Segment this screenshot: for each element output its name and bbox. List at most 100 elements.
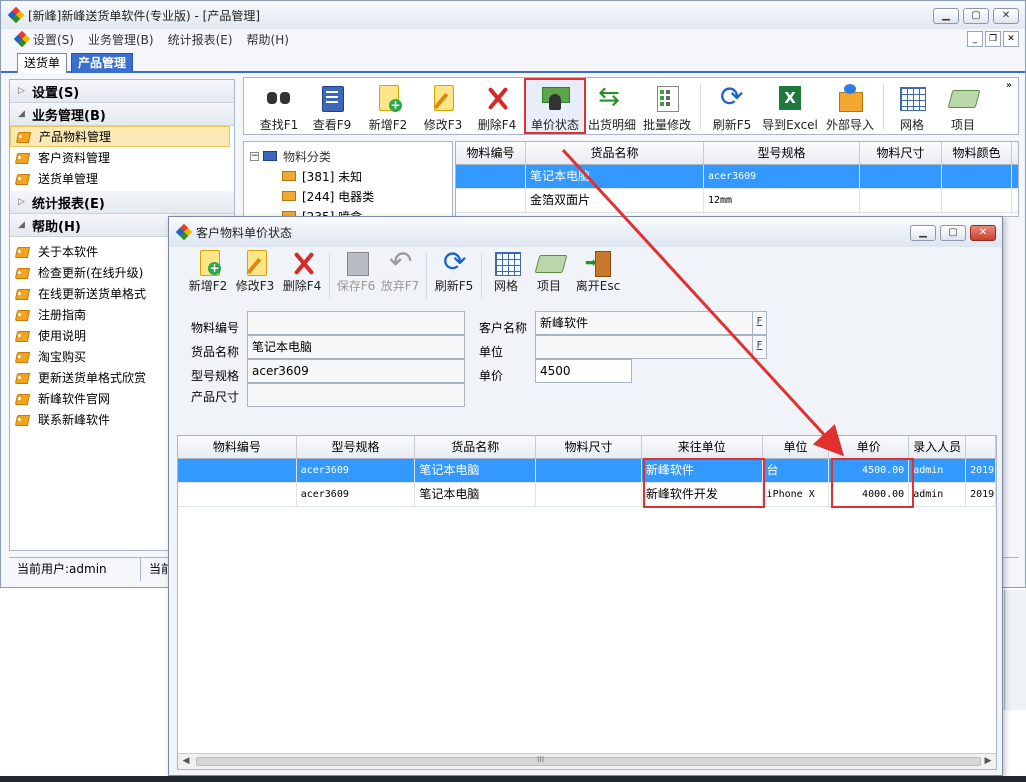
sidebar-item-customer[interactable]: 客户资料管理 [10, 147, 234, 168]
toolbar-separator [426, 253, 427, 299]
button-label: 保存F6 [336, 279, 376, 293]
dlg-exit-button[interactable]: 离开Esc [572, 247, 624, 295]
maximize-button[interactable]: ▢ [963, 8, 989, 24]
button-label: 项目 [950, 118, 975, 132]
sidebar-item-delivery[interactable]: 送货单管理 [10, 168, 234, 189]
expand-arrow-icon: ▷ [18, 86, 25, 96]
dlg-refresh-button[interactable]: 刷新F5 [431, 245, 477, 295]
shipment-detail-button[interactable]: 出货明细 [586, 78, 638, 134]
model-field[interactable]: acer3609 [247, 359, 465, 383]
col-header[interactable]: 单价 [829, 436, 910, 458]
edit-button[interactable]: 修改F3 [416, 78, 470, 134]
button-label: 项目 [536, 279, 561, 293]
dialog-minimize-button[interactable]: ▁ [910, 225, 936, 241]
col-header[interactable]: 物料颜色 [942, 142, 1012, 164]
batch-edit-button[interactable]: 批量修改 [638, 78, 696, 134]
tab-delivery-note[interactable]: 送货单 [17, 53, 68, 73]
mdi-minimize-button[interactable]: _ [967, 31, 983, 47]
sidebar-group-settings[interactable]: ▷ 设置(S) [10, 80, 234, 103]
table-row[interactable]: acer3609 笔记本电脑 新峰软件开发 iPhone X 4000.00 a… [178, 483, 996, 507]
customer-field[interactable]: 新峰软件 [535, 311, 767, 335]
main-titlebar[interactable]: [新峰]新峰送货单软件(专业版) - [产品管理] ▁ ▢ ✕ [1, 1, 1025, 29]
table-row[interactable]: 笔记本电脑 acer3609 [456, 165, 1018, 189]
dlg-discard-button[interactable]: 放弃F7 [378, 245, 422, 295]
delete-button[interactable]: 删除F4 [470, 78, 524, 134]
scroll-thumb[interactable]: III [196, 755, 981, 766]
grid-button[interactable]: 网格 [888, 78, 936, 134]
tab-product-management[interactable]: 产品管理 [71, 53, 134, 73]
customer-lookup-button[interactable]: F [752, 312, 766, 334]
cell [860, 189, 942, 212]
product-size-field[interactable] [247, 383, 465, 407]
tag-icon [14, 152, 30, 164]
cell: 新峰软件开发 [642, 483, 763, 506]
cell: 2019 [966, 483, 996, 506]
col-header[interactable]: 型号规格 [704, 142, 860, 164]
dlg-grid-button[interactable]: 网格 [486, 247, 526, 295]
table-row[interactable]: 金箔双面片 12mm [456, 189, 1018, 213]
unit-lookup-button[interactable]: F [752, 336, 766, 358]
dlg-delete-button[interactable]: 删除F4 [279, 247, 325, 295]
sidebar-item-product-material[interactable]: 产品物料管理 [10, 126, 230, 147]
sidebar-group-reports[interactable]: ▷ 统计报表(E) [10, 191, 234, 214]
col-header[interactable]: 货品名称 [526, 142, 704, 164]
tree-node[interactable]: [244] 电器类 [250, 186, 452, 206]
grid-header: 物料编号 货品名称 型号规格 物料尺寸 物料颜色 [456, 142, 1018, 165]
close-button[interactable]: ✕ [993, 8, 1019, 24]
col-header[interactable]: 物料编号 [178, 436, 297, 458]
mdi-close-button[interactable]: ✕ [1003, 31, 1019, 47]
edit-document-icon [429, 84, 457, 112]
minimize-button[interactable]: ▁ [933, 8, 959, 24]
menu-settings[interactable]: 设置(S) [33, 31, 74, 48]
dlg-edit-button[interactable]: 修改F3 [231, 247, 279, 295]
col-header[interactable] [966, 436, 996, 458]
dialog-close-button[interactable]: ✕ [970, 225, 996, 241]
toolbar-overflow-icon[interactable]: » [1006, 80, 1012, 91]
cell: 笔记本电脑 [415, 483, 537, 506]
dlg-project-button[interactable]: 项目 [526, 247, 572, 295]
col-header[interactable]: 型号规格 [297, 436, 416, 458]
col-header[interactable]: 录入人员 [909, 436, 967, 458]
scroll-left-icon[interactable]: ◀ [178, 754, 194, 769]
col-header[interactable]: 物料尺寸 [536, 436, 642, 458]
view-sheet-icon [318, 84, 346, 112]
refresh-button[interactable]: 刷新F5 [705, 78, 759, 134]
find-button[interactable]: 查找F1 [254, 78, 304, 134]
product-name-field[interactable]: 笔记本电脑 [247, 335, 465, 359]
dialog-titlebar[interactable]: 客户物料单价状态 ▁ ▢ ✕ [169, 217, 1002, 247]
add-button[interactable]: 新增F2 [360, 78, 416, 134]
label-unit: 单位 [479, 345, 504, 359]
sidebar-group-label: 帮助(H) [32, 219, 81, 235]
price-field[interactable]: 4500 [535, 359, 632, 383]
unit-price-status-button[interactable]: 单价状态 [524, 78, 586, 134]
unit-field[interactable] [535, 335, 767, 359]
dlg-add-button[interactable]: 新增F2 [185, 247, 231, 295]
col-header[interactable]: 物料编号 [456, 142, 526, 164]
col-header[interactable]: 货品名称 [415, 436, 537, 458]
external-import-button[interactable]: 外部导入 [821, 78, 879, 134]
tree-root[interactable]: − 物料分类 [250, 146, 452, 166]
mdi-restore-button[interactable]: ❐ [985, 31, 1001, 47]
col-header[interactable]: 来往单位 [642, 436, 763, 458]
menu-reports[interactable]: 统计报表(E) [168, 31, 233, 48]
sidebar-group-business[interactable]: ◢ 业务管理(B) [10, 103, 234, 126]
tree-node-label: [381] 未知 [302, 169, 363, 184]
material-no-field[interactable] [247, 311, 465, 335]
horizontal-scrollbar[interactable]: ◀ III ▶ [178, 753, 996, 769]
project-button[interactable]: 项目 [936, 78, 990, 134]
col-header[interactable]: 物料尺寸 [860, 142, 942, 164]
export-excel-button[interactable]: 导到Excel [759, 78, 821, 134]
button-label: 查找F1 [259, 118, 299, 132]
scroll-right-icon[interactable]: ▶ [980, 754, 996, 769]
menu-help[interactable]: 帮助(H) [247, 31, 289, 48]
button-label: 修改F3 [235, 279, 275, 293]
menu-business[interactable]: 业务管理(B) [88, 31, 154, 48]
dlg-save-button[interactable]: 保存F6 [334, 247, 378, 295]
new-document-icon [195, 249, 221, 276]
table-row[interactable]: acer3609 笔记本电脑 新峰软件 台 4500.00 admin 2019 [178, 459, 996, 483]
dialog-maximize-button[interactable]: ▢ [940, 225, 966, 241]
col-header[interactable]: 单位 [763, 436, 830, 458]
tree-node[interactable]: [381] 未知 [250, 166, 452, 186]
view-button[interactable]: 查看F9 [304, 78, 360, 134]
tree-collapse-icon[interactable]: − [250, 151, 259, 161]
